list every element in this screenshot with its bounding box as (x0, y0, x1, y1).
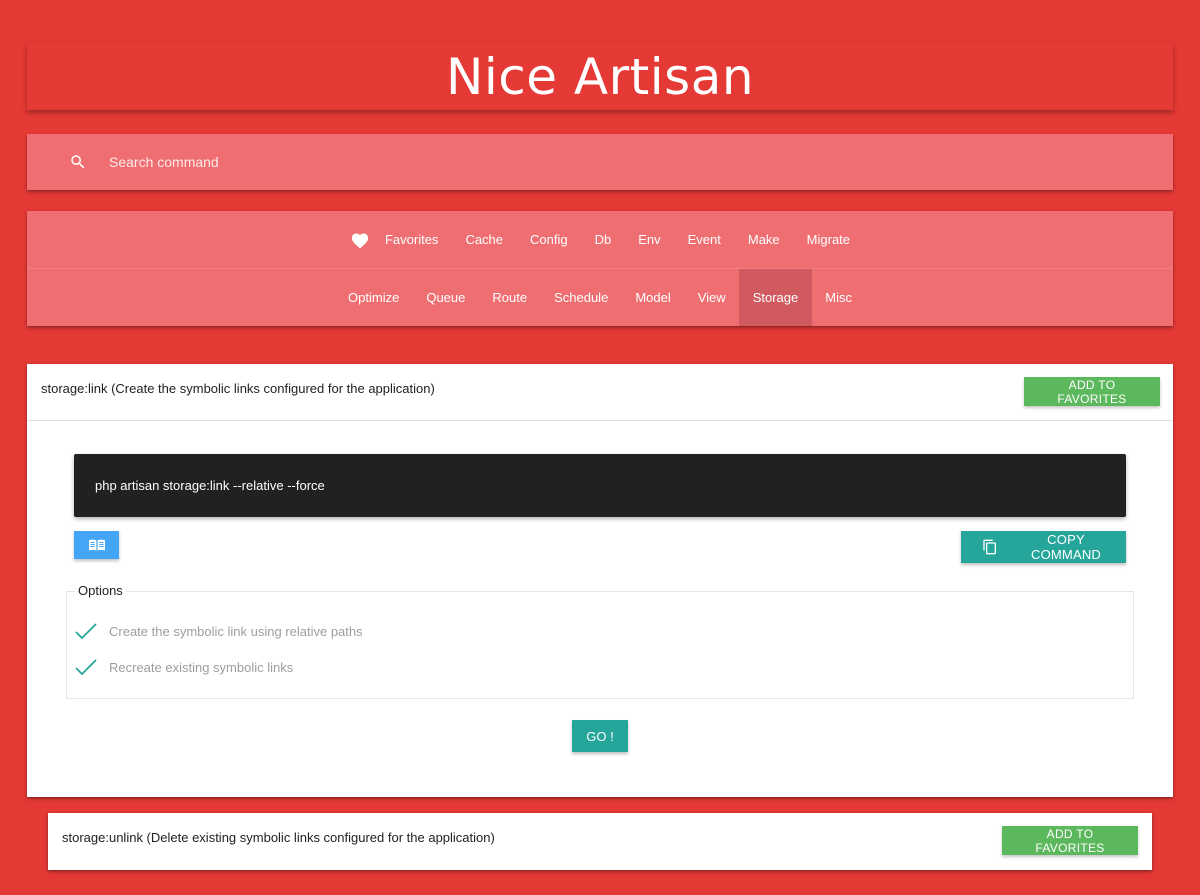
heart-icon (350, 231, 370, 249)
category-nav-row-1: Favorites Cache Config Db Env Event Make… (27, 211, 1173, 269)
option-relative[interactable]: Create the symbolic link using relative … (75, 622, 363, 640)
checkmark-icon[interactable] (75, 622, 97, 640)
tab-config[interactable]: Config (517, 211, 582, 268)
command-card-storage-link: storage:link (Create the symbolic links … (27, 364, 1173, 797)
tab-optimize[interactable]: Optimize (335, 269, 413, 326)
options-fieldset: Options Create the symbolic link using r… (66, 583, 1134, 699)
category-nav-row-2: Optimize Queue Route Schedule Model View… (27, 269, 1173, 326)
command-line-text: php artisan storage:link --relative --fo… (95, 478, 325, 493)
search-icon (69, 153, 87, 171)
tab-label: Favorites (384, 232, 439, 247)
option-label: Create the symbolic link using relative … (109, 623, 363, 639)
command-title: storage:link (Create the symbolic links … (41, 381, 435, 396)
command-preview: php artisan storage:link --relative --fo… (74, 454, 1126, 517)
tab-queue[interactable]: Queue (413, 269, 479, 326)
copy-icon (982, 538, 998, 556)
tab-view[interactable]: View (684, 269, 739, 326)
copy-command-label: COPY COMMAND (1030, 532, 1101, 562)
tab-storage[interactable]: Storage (739, 269, 812, 326)
options-legend: Options (75, 583, 126, 598)
option-force[interactable]: Recreate existing symbolic links (75, 658, 293, 676)
search-input[interactable] (107, 153, 1011, 171)
tab-db[interactable]: Db (581, 211, 625, 268)
tab-migrate[interactable]: Migrate (793, 211, 863, 268)
command-card-header[interactable]: storage:link (Create the symbolic links … (27, 364, 1173, 421)
command-title: storage:unlink (Delete existing symbolic… (62, 830, 495, 845)
tab-env[interactable]: Env (625, 211, 674, 268)
checkmark-icon[interactable] (75, 658, 97, 676)
add-to-favorites-button[interactable]: ADD TO FAVORITES (1002, 826, 1138, 855)
copy-command-button[interactable]: COPY COMMAND (961, 531, 1126, 563)
add-to-favorites-button[interactable]: ADD TO FAVORITES (1024, 377, 1160, 406)
app-header: Nice Artisan (27, 43, 1173, 110)
tab-model[interactable]: Model (622, 269, 684, 326)
command-card-storage-unlink[interactable]: storage:unlink (Delete existing symbolic… (48, 813, 1152, 870)
tab-event[interactable]: Event (674, 211, 734, 268)
tab-favorites[interactable]: Favorites (336, 211, 451, 268)
search-bar[interactable] (27, 134, 1173, 190)
tab-make[interactable]: Make (734, 211, 793, 268)
option-label: Recreate existing symbolic links (109, 659, 294, 675)
book-icon (88, 539, 105, 551)
tab-route[interactable]: Route (479, 269, 541, 326)
tab-schedule[interactable]: Schedule (541, 269, 622, 326)
documentation-button[interactable] (74, 531, 119, 559)
go-button[interactable]: GO ! (572, 720, 628, 752)
tab-misc[interactable]: Misc (812, 269, 866, 326)
tab-cache[interactable]: Cache (452, 211, 517, 268)
app-title: Nice Artisan (445, 47, 755, 106)
category-nav: Favorites Cache Config Db Env Event Make… (27, 211, 1173, 326)
